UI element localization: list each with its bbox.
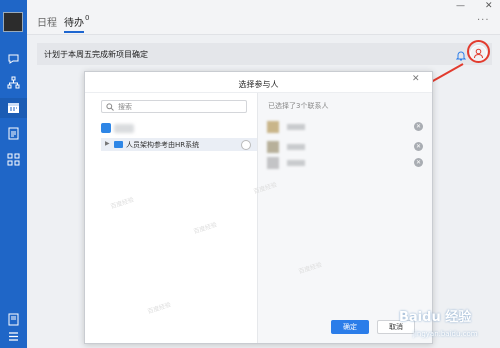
top-bar: 日程 待办0 — ✕ ··· [27,0,500,35]
org-chart-icon[interactable] [7,76,20,89]
select-participants-dialog: 选择参与人 ✕ ▶ 人员架构参考由HR系统 百度经验 百度经验 百度经验 已选择… [84,71,433,344]
organization-root[interactable] [101,122,241,134]
user-avatar[interactable] [3,12,23,32]
department-select-radio[interactable] [241,140,251,150]
search-input[interactable] [118,101,238,112]
menu-icon[interactable] [7,330,20,343]
remove-contact-button[interactable]: ✕ [414,142,423,151]
organization-icon [101,123,111,133]
task-title: 计划于本周五完成新项目确定 [44,50,148,59]
dialog-title: 选择参与人 [238,80,279,89]
watermark-text: 百度经验 [109,196,135,211]
dialog-close-button[interactable]: ✕ [412,74,420,84]
annotation-circle [467,40,490,63]
calendar-icon[interactable] [7,101,20,114]
watermark-text: 百度经验 [297,261,323,276]
minimize-button[interactable]: — [456,1,465,11]
selected-contact: ✕ [267,141,427,155]
chat-icon[interactable] [7,52,20,65]
department-row[interactable]: ▶ 人员架构参考由HR系统 [101,138,257,151]
blurred-contact-name [287,160,305,166]
avatar [267,121,279,133]
selected-contact: ✕ [267,121,427,135]
brand-domain-text: jingyan.baidu.com [413,330,478,338]
watermark-text: 百度经验 [146,301,172,316]
task-item[interactable]: 计划于本周五完成新项目确定 [37,43,492,65]
search-icon [106,103,114,111]
expand-caret-icon[interactable]: ▶ [105,140,110,147]
selected-contact: ✕ [267,157,427,171]
document-icon[interactable] [7,127,20,140]
remove-contact-button[interactable]: ✕ [414,158,423,167]
todo-count-badge: 0 [85,14,90,22]
folder-icon [114,141,123,148]
apps-icon[interactable] [7,153,20,166]
selected-count-text: 已选择了3个联系人 [268,102,329,110]
tab-todo-label: 待办 [64,18,84,29]
active-tab-indicator [64,31,84,33]
department-label: 人员架构参考由HR系统 [126,141,200,149]
confirm-button[interactable]: 确定 [331,320,369,334]
remove-contact-button[interactable]: ✕ [414,122,423,131]
baidu-jingyan-logo: Baidu 经验 jingyan.baidu.com [393,300,500,348]
blurred-contact-name [287,124,305,130]
notes-icon[interactable] [7,313,20,326]
directory-pane: ▶ 人员架构参考由HR系统 百度经验 百度经验 百度经验 [85,93,258,343]
search-box[interactable] [101,100,247,113]
tab-schedule[interactable]: 日程 [37,14,57,29]
avatar [267,141,279,153]
avatar [267,157,279,169]
watermark-text: 百度经验 [192,221,218,236]
tab-todo[interactable]: 待办0 [64,14,89,29]
close-window-button[interactable]: ✕ [485,1,493,11]
bell-icon[interactable] [455,47,467,61]
blurred-contact-name [287,144,305,150]
brand-logo-text: Baidu 经验 [399,310,472,325]
blurred-org-name [114,124,134,133]
more-options-button[interactable]: ··· [477,15,490,26]
left-sidebar [0,0,27,348]
